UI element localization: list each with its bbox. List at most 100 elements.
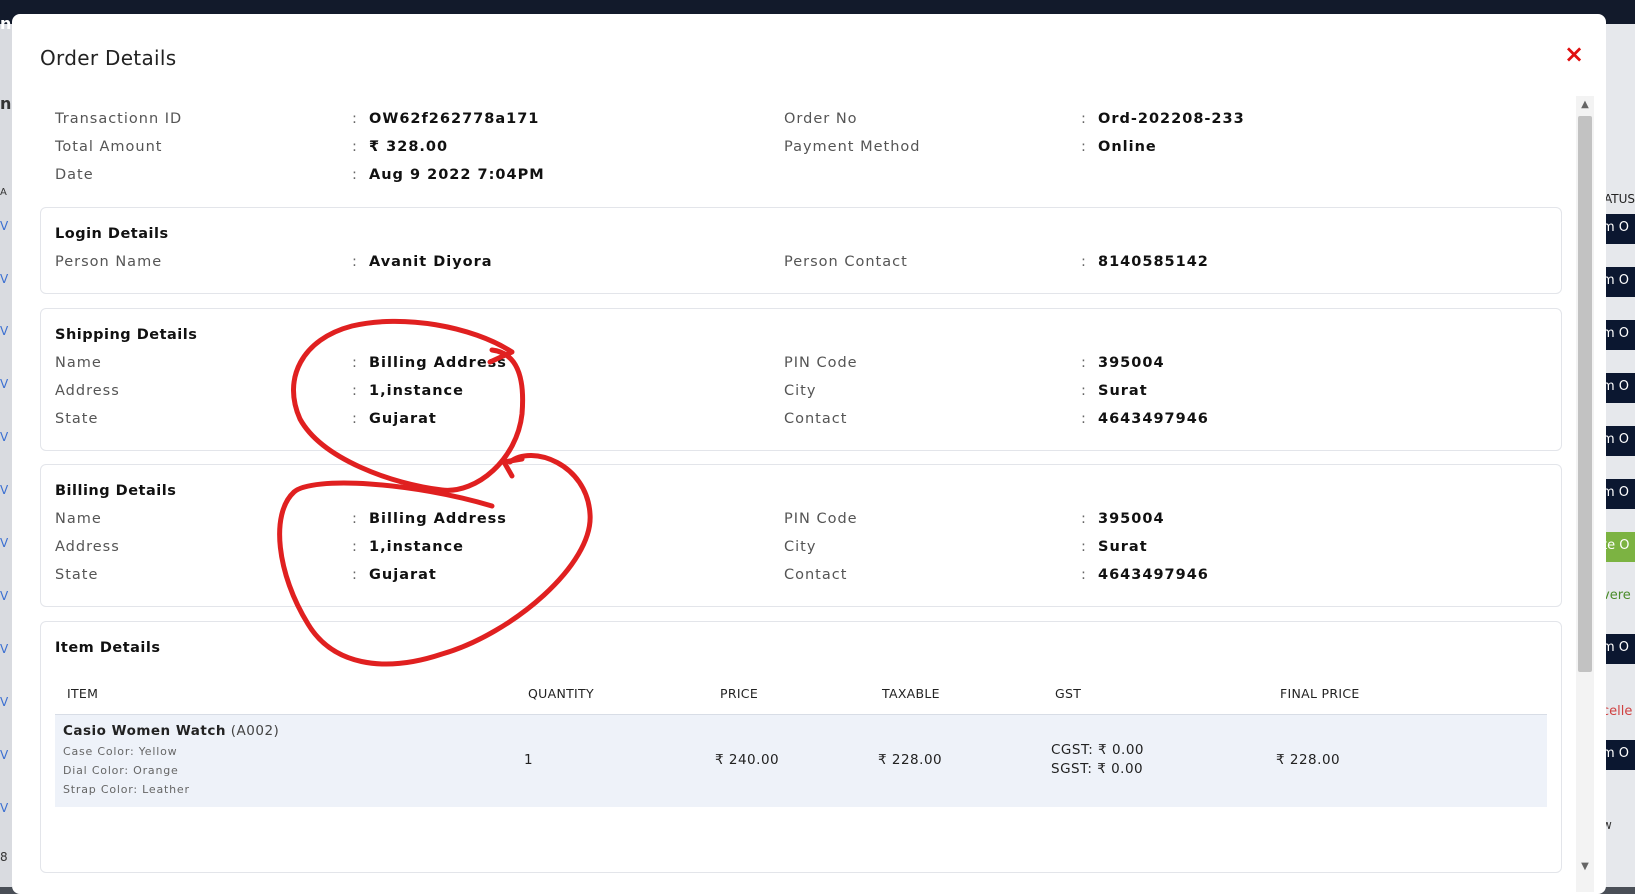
item-quantity: 1 — [524, 752, 534, 768]
item-final-price: ₹ 228.00 — [1276, 752, 1341, 768]
person-contact-label: Person Contact — [784, 254, 908, 270]
column-header-quantity: QUANTITY — [528, 686, 594, 701]
shipping-contact-label: Contact — [784, 411, 848, 427]
billing-details-title: Billing Details — [55, 483, 177, 499]
bg-letter: V — [0, 272, 9, 286]
shipping-name-value: Billing Address — [369, 355, 507, 371]
login-details-title: Login Details — [55, 226, 169, 242]
colon: : — [1081, 139, 1087, 155]
column-header-final-price: FINAL PRICE — [1280, 686, 1360, 701]
column-header-item: ITEM — [67, 686, 99, 701]
transaction-id-value: OW62f262778a171 — [369, 111, 540, 127]
colon: : — [1081, 539, 1087, 555]
colon: : — [352, 111, 358, 127]
bg-status-text: celle — [1602, 704, 1633, 719]
shipping-name-label: Name — [55, 355, 102, 371]
date-label: Date — [55, 167, 94, 183]
modal-body: Order Details × Transactionn ID : OW62f2… — [12, 14, 1584, 894]
bg-letter: 8 — [0, 850, 8, 864]
order-no-label: Order No — [784, 111, 858, 127]
billing-name-value: Billing Address — [369, 511, 507, 527]
column-header-taxable: TAXABLE — [882, 686, 940, 701]
colon: : — [352, 355, 358, 371]
bg-letter: V — [0, 483, 9, 497]
billing-name-label: Name — [55, 511, 102, 527]
item-strap-color: Strap Color: Leather — [63, 783, 190, 796]
colon: : — [352, 539, 358, 555]
shipping-details-card: Shipping Details Name : Billing Address … — [40, 308, 1562, 451]
colon: : — [352, 139, 358, 155]
shipping-address-value: 1,instance — [369, 383, 464, 399]
shipping-contact-value: 4643497946 — [1098, 411, 1209, 427]
bg-letter: n — [0, 14, 12, 33]
item-name: Casio Women Watch — [63, 723, 226, 739]
shipping-state-value: Gujarat — [369, 411, 437, 427]
colon: : — [352, 511, 358, 527]
item-dial-color: Dial Color: Orange — [63, 764, 179, 777]
bg-letter: V — [0, 536, 9, 550]
column-header-price: PRICE — [720, 686, 759, 701]
colon: : — [1081, 411, 1087, 427]
bg-letter: A — [0, 187, 7, 198]
billing-city-label: City — [784, 539, 817, 555]
transaction-id-label: Transactionn ID — [55, 111, 183, 127]
item-code: (A002) — [230, 723, 280, 739]
billing-state-value: Gujarat — [369, 567, 437, 583]
billing-pin-label: PIN Code — [784, 511, 858, 527]
billing-address-label: Address — [55, 539, 120, 555]
close-icon[interactable]: × — [1560, 40, 1588, 68]
item-cgst: CGST: ₹ 0.00 — [1051, 742, 1144, 758]
person-name-value: Avanit Diyora — [369, 254, 493, 270]
item-taxable: ₹ 228.00 — [878, 752, 943, 768]
item-case-color: Case Color: Yellow — [63, 745, 178, 758]
billing-pin-value: 395004 — [1098, 511, 1165, 527]
scroll-up-icon[interactable]: ▲ — [1576, 98, 1594, 112]
bg-letter: V — [0, 430, 9, 444]
colon: : — [352, 383, 358, 399]
column-header-gst: GST — [1055, 686, 1082, 701]
bg-letter: V — [0, 695, 9, 709]
bg-letter: V — [0, 642, 9, 656]
order-details-modal: Order Details × Transactionn ID : OW62f2… — [12, 14, 1606, 894]
item-price: ₹ 240.00 — [715, 752, 780, 768]
item-details-card: Item Details ITEM QUANTITY PRICE TAXABLE… — [40, 621, 1562, 873]
billing-city-value: Surat — [1098, 539, 1148, 555]
login-details-card: Login Details Person Name : Avanit Diyor… — [40, 207, 1562, 294]
bg-status-text: vere — [1602, 588, 1631, 603]
bg-letter: V — [0, 324, 9, 338]
shipping-city-value: Surat — [1098, 383, 1148, 399]
bg-letter: V — [0, 801, 9, 815]
shipping-address-label: Address — [55, 383, 120, 399]
colon: : — [352, 411, 358, 427]
colon: : — [1081, 383, 1087, 399]
colon: : — [1081, 254, 1087, 270]
colon: : — [1081, 111, 1087, 127]
item-details-title: Item Details — [55, 640, 161, 656]
person-contact-value: 8140585142 — [1098, 254, 1209, 270]
table-row: Casio Women Watch (A002) Case Color: Yel… — [55, 714, 1547, 807]
colon: : — [1081, 355, 1087, 371]
bg-letter: V — [0, 748, 9, 762]
shipping-city-label: City — [784, 383, 817, 399]
colon: : — [352, 254, 358, 270]
shipping-pin-label: PIN Code — [784, 355, 858, 371]
item-sgst: SGST: ₹ 0.00 — [1051, 761, 1144, 777]
background-left-strip: n n A V V V V V V V V V V V V 8 — [0, 14, 12, 887]
payment-method-value: Online — [1098, 139, 1157, 155]
scrollbar-thumb[interactable] — [1578, 116, 1592, 672]
shipping-details-title: Shipping Details — [55, 327, 198, 343]
bg-letter: V — [0, 219, 9, 233]
bg-letter: V — [0, 377, 9, 391]
bg-letter: V — [0, 589, 9, 603]
billing-contact-label: Contact — [784, 567, 848, 583]
scroll-down-icon[interactable]: ▼ — [1576, 860, 1594, 874]
item-name-cell: Casio Women Watch (A002) — [63, 723, 279, 739]
colon: : — [1081, 567, 1087, 583]
billing-address-value: 1,instance — [369, 539, 464, 555]
date-value: Aug 9 2022 7:04PM — [369, 167, 545, 183]
modal-title: Order Details — [40, 46, 177, 70]
colon: : — [1081, 511, 1087, 527]
billing-state-label: State — [55, 567, 99, 583]
bg-letter: n — [0, 94, 12, 113]
person-name-label: Person Name — [55, 254, 163, 270]
